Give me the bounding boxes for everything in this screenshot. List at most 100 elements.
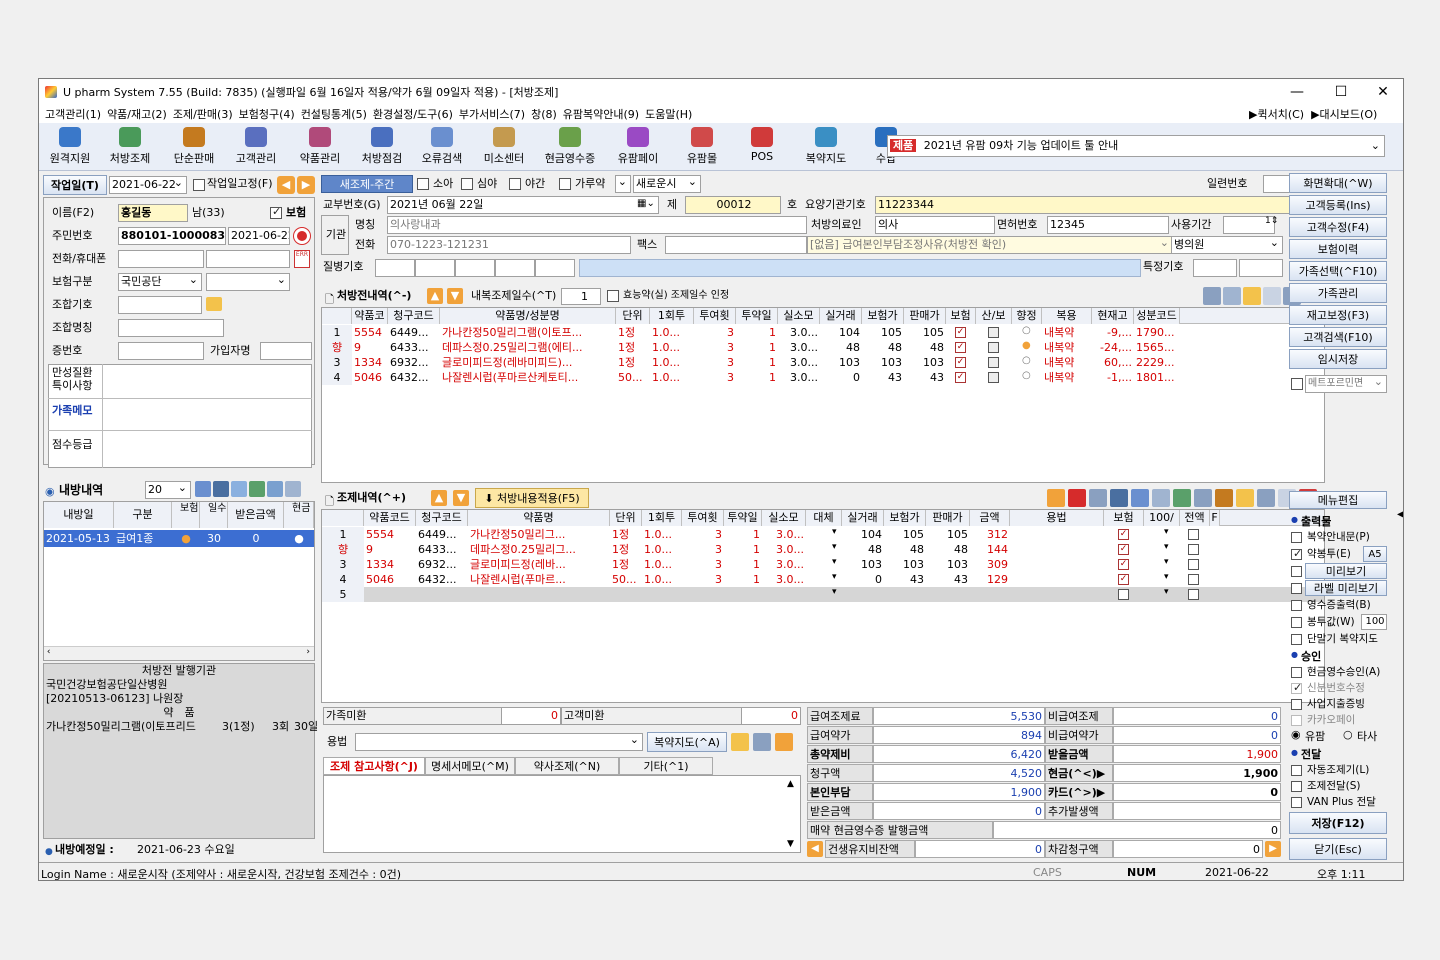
disp-col-11[interactable]: 보험가 — [884, 510, 926, 526]
billing-value2-2[interactable]: 1,900 — [1113, 745, 1281, 763]
rx-insurance-checkbox[interactable]: ✓ — [955, 327, 966, 338]
print-opt-checkbox-1[interactable] — [1291, 547, 1302, 560]
print-icon[interactable] — [213, 481, 229, 497]
rx-col-16[interactable]: 현재고 — [1092, 308, 1134, 324]
history-col-4[interactable]: 받은금액 — [228, 502, 284, 528]
maximize-button[interactable]: ☐ — [1319, 79, 1363, 105]
rrn-input[interactable]: 880101-1000083 — [118, 227, 226, 245]
ref-scroll-down-icon[interactable]: ▼ — [787, 839, 794, 849]
toolbar-button-10[interactable]: 유팜몰 — [671, 127, 733, 169]
doctor-input[interactable]: 의사 — [875, 216, 995, 234]
disease-input-3[interactable] — [455, 259, 495, 277]
disp-col-16[interactable]: 100/ — [1144, 510, 1180, 526]
toolbar-button-3[interactable]: 고객관리 — [225, 127, 287, 169]
notice-box[interactable]: 제품 2021년 유팜 09차 기능 업데이트 툴 안내 ⌄ — [887, 135, 1385, 157]
disp-insurance-checkbox[interactable]: ✓ — [1118, 574, 1129, 585]
license-input[interactable]: 12345 — [1047, 216, 1169, 234]
disp-col-14[interactable]: 용법 — [1010, 510, 1104, 526]
rx-tool-3-icon[interactable] — [1243, 287, 1261, 305]
disease-input-4[interactable] — [495, 259, 535, 277]
rx-col-13[interactable]: 산/보 — [976, 308, 1012, 324]
history-col-3[interactable]: 일수 — [200, 502, 228, 528]
collapse-arrow-icon[interactable]: ◀ — [1397, 509, 1403, 520]
tool-icon-4[interactable] — [249, 481, 265, 497]
toolbar-button-4[interactable]: 약품관리 — [289, 127, 351, 169]
health-left-arrow-icon[interactable]: ◀ — [807, 841, 823, 857]
rx-row[interactable]: 3 1334 6932... 글로미피드정(레바미피드)... 1정 1.0... 3 1 3.… — [322, 355, 1324, 370]
remain-right-arrow-icon[interactable]: ▶ — [1265, 841, 1281, 857]
disp-tool-icons[interactable] — [1047, 489, 1321, 507]
history-col-1[interactable]: 구분 — [114, 502, 172, 528]
cash-receipt-value[interactable]: 0 — [993, 821, 1281, 839]
disp-col-7[interactable]: 투약일 — [724, 510, 762, 526]
disp-100-dropdown-icon[interactable]: ▾ — [1164, 587, 1169, 597]
right-button-1[interactable]: 고객등록(Ins) — [1289, 195, 1387, 215]
disease-input-1[interactable] — [375, 259, 415, 277]
disp-col-8[interactable]: 실소모 — [762, 510, 806, 526]
opt-child-checkbox[interactable] — [417, 178, 429, 190]
disp-tool-1-icon[interactable] — [1068, 489, 1086, 507]
print-opt-button-2[interactable]: 미리보기 — [1305, 563, 1387, 579]
prev-arrow-icon[interactable]: ◀ — [277, 176, 295, 194]
disp-up-icon[interactable]: ▲ — [431, 490, 447, 506]
cert-input[interactable] — [118, 342, 204, 360]
rx-col-6[interactable]: 투여횟 — [694, 308, 736, 324]
rx-col-4[interactable]: 단위 — [616, 308, 650, 324]
guide-tool-2-icon[interactable] — [753, 733, 771, 751]
print-opt-checkbox-5[interactable] — [1291, 617, 1302, 628]
billing-label2-4[interactable]: 카드(^>)▶ — [1045, 783, 1113, 801]
disp-100-dropdown-icon[interactable]: ▾ — [1164, 557, 1169, 567]
period-spin-icon[interactable]: 1⇕ — [1265, 216, 1278, 226]
minimize-button[interactable]: — — [1275, 79, 1319, 105]
insurance-checkbox[interactable] — [270, 205, 282, 219]
work-date-select[interactable]: 2021-06-22 — [109, 176, 187, 194]
rx-tool-1-icon[interactable] — [1203, 287, 1221, 305]
rx-col-9[interactable]: 실거래 — [820, 308, 862, 324]
disp-100-dropdown-icon[interactable]: ▾ — [1164, 572, 1169, 582]
disp-col-9[interactable]: 대체 — [806, 510, 842, 526]
disp-full-checkbox[interactable] — [1188, 559, 1199, 570]
ins-type-select[interactable]: 국민공단 — [118, 273, 202, 291]
ref-scroll-up-icon[interactable]: ▲ — [787, 779, 794, 789]
opt-powder-checkbox[interactable] — [559, 178, 571, 190]
billing-value-3[interactable]: 4,520 — [873, 764, 1045, 782]
rx-insurance-checkbox[interactable]: ✓ — [955, 357, 966, 368]
rx-col-12[interactable]: 보험 — [946, 308, 976, 324]
number-input[interactable]: 00012 — [685, 196, 781, 214]
rx-col-15[interactable]: 복용 — [1042, 308, 1092, 324]
history-col-5[interactable]: 현금 — [284, 502, 314, 528]
right-button-6[interactable]: 재고보정(F3) — [1289, 305, 1387, 325]
rx-col-7[interactable]: 투약일 — [736, 308, 778, 324]
close-window-button[interactable]: 닫기(Esc) — [1289, 838, 1387, 860]
disp-col-6[interactable]: 투여횟 — [682, 510, 724, 526]
right-button-8[interactable]: 임시저장 — [1289, 349, 1387, 369]
menu-item-7[interactable]: 창(8) — [531, 106, 557, 122]
rx-row[interactable]: 4 5046 6432... 나잘렌시럽(푸마르산케토티... 50... 1.0... 3… — [322, 370, 1324, 385]
opt-evening-checkbox[interactable] — [509, 178, 521, 190]
menu-item-4[interactable]: 컨설팅통계(5) — [301, 106, 367, 122]
member-input[interactable] — [260, 342, 312, 360]
disp-insurance-checkbox[interactable]: ✓ — [1118, 544, 1129, 555]
save-button[interactable]: 저장(F12) — [1289, 812, 1387, 834]
disp-100-dropdown-icon[interactable]: ▾ — [1164, 527, 1169, 537]
approve-opt-checkbox-3[interactable] — [1291, 715, 1302, 726]
deliver-opt-checkbox-1[interactable] — [1291, 781, 1302, 792]
rx-sanbo-checkbox[interactable] — [988, 372, 999, 383]
history-col-2[interactable]: 보험 — [172, 502, 200, 528]
metformin-select[interactable]: 메트포르민면 — [1305, 375, 1387, 393]
disp-col-3[interactable]: 약품명 — [468, 510, 610, 526]
disp-col-12[interactable]: 판매가 — [926, 510, 970, 526]
rx-row[interactable]: 1 5554 6449... 가나칸정50밀리그램(이토프... 1정 1.0... 3 1 3… — [322, 325, 1324, 340]
menu-edit-button[interactable]: 메뉴편집 — [1289, 491, 1387, 509]
disp-insurance-checkbox[interactable] — [1118, 589, 1129, 600]
disp-col-0[interactable] — [322, 510, 364, 526]
disp-substitute-dropdown-icon[interactable]: ▾ — [832, 572, 837, 582]
disp-down-icon[interactable]: ▼ — [453, 490, 469, 506]
calendar-icon[interactable]: ▦⌄ — [637, 198, 655, 209]
rx-col-17[interactable]: 성분코드 — [1134, 308, 1180, 324]
disp-row[interactable]: 4 5046 6432... 나잘렌시럽(푸마르... 50... 1.0... 3 1 3.0… — [322, 572, 1324, 587]
disp-substitute-dropdown-icon[interactable]: ▾ — [832, 587, 837, 597]
org-code-input[interactable]: 11223344 — [875, 196, 1319, 214]
rx-sanbo-checkbox[interactable] — [988, 357, 999, 368]
tool-icon-6[interactable] — [285, 481, 301, 497]
